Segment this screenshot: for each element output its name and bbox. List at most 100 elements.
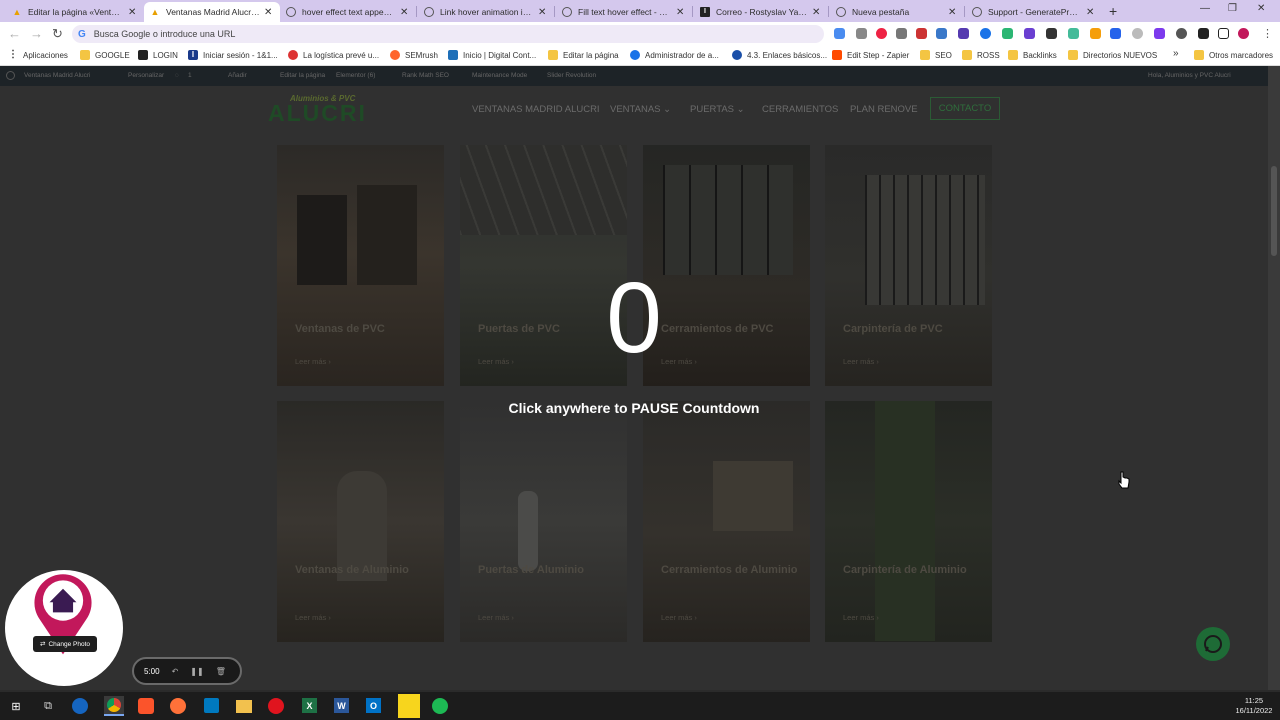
tab-editar-pagina[interactable]: ▲ Editar la página «Ventanas ✕ bbox=[6, 2, 144, 22]
nav-ventanas-madrid-alucri[interactable]: VENTANAS MADRID ALUCRI bbox=[472, 104, 600, 115]
sticky-notes-icon[interactable] bbox=[398, 694, 420, 718]
pause-icon[interactable]: ❚❚ bbox=[190, 667, 203, 676]
pause-countdown-message[interactable]: Click anywhere to PAUSE Countdown bbox=[0, 400, 1268, 416]
close-icon[interactable]: ✕ bbox=[1086, 7, 1096, 18]
tab-ventanas-madrid-alucri[interactable]: ▲ Ventanas Madrid Alucri | P ✕ bbox=[144, 2, 280, 22]
card-link[interactable]: Leer más › bbox=[661, 613, 697, 622]
whatsapp-button[interactable] bbox=[1196, 627, 1230, 661]
webcam-bubble[interactable]: ⇄ Change Photo bbox=[5, 570, 123, 686]
extension-icon[interactable] bbox=[916, 28, 927, 39]
close-icon[interactable]: ✕ bbox=[676, 7, 686, 18]
tab-support-generatepress[interactable]: Support - GeneratePress ✕ bbox=[966, 2, 1102, 22]
minimize-icon[interactable]: — bbox=[1200, 3, 1210, 14]
nav-ventanas[interactable]: VENTANAS ⌄ bbox=[610, 104, 671, 115]
card-link[interactable]: Leer más › bbox=[843, 613, 879, 622]
wp-edit-page[interactable]: Editar la página bbox=[280, 72, 325, 79]
undo-icon[interactable]: ↶ bbox=[172, 667, 179, 676]
file-explorer-icon[interactable] bbox=[236, 700, 252, 713]
bookmark-zapier[interactable]: Edit Step - Zapier bbox=[832, 50, 909, 60]
bookmark-enlaces-basicos[interactable]: 4.3. Enlaces básicos... bbox=[732, 50, 827, 60]
extension-icon[interactable] bbox=[1132, 28, 1143, 39]
chrome-taskbar-icon[interactable] bbox=[104, 696, 124, 716]
restore-icon[interactable]: ❐ bbox=[1228, 3, 1237, 14]
bookmark-otros-marcadores[interactable]: Otros marcadores bbox=[1194, 50, 1273, 60]
extension-icon[interactable] bbox=[936, 28, 947, 39]
wp-customize[interactable]: Personalizar bbox=[128, 72, 164, 79]
close-icon[interactable]: ✕ bbox=[264, 7, 274, 18]
new-tab-button[interactable]: + bbox=[1109, 3, 1117, 19]
close-icon[interactable]: ✕ bbox=[538, 7, 548, 18]
nav-cerramientos[interactable]: CERRAMIENTOS bbox=[762, 104, 838, 115]
wp-slider-revolution[interactable]: Slider Revolution bbox=[547, 72, 596, 79]
extension-icon[interactable] bbox=[1090, 28, 1101, 39]
trash-icon[interactable]: 🗑 bbox=[216, 667, 226, 676]
nav-plan-renove[interactable]: PLAN RENOVE bbox=[850, 104, 918, 115]
card-puertas-aluminio[interactable]: Puertas de Aluminio Leer más › bbox=[460, 401, 627, 642]
extension-icon[interactable] bbox=[958, 28, 969, 39]
excel-icon[interactable]: X bbox=[302, 698, 317, 713]
extension-icon[interactable] bbox=[1024, 28, 1035, 39]
bookmark-seo[interactable]: SEO bbox=[920, 50, 952, 60]
extension-icon[interactable] bbox=[1002, 28, 1013, 39]
nav-puertas[interactable]: PUERTAS ⌄ bbox=[690, 104, 745, 115]
menu-icon[interactable]: ⋮ bbox=[1262, 26, 1273, 42]
bookmark-directorios[interactable]: Directorios NUEVOS bbox=[1068, 50, 1157, 60]
change-photo-button[interactable]: ⇄ Change Photo bbox=[33, 636, 97, 652]
address-bar[interactable]: G Busca Google o introduce una URL bbox=[72, 25, 824, 43]
edge-icon[interactable] bbox=[72, 698, 88, 714]
forward-icon[interactable]: → bbox=[30, 26, 43, 42]
tab-hover-effect[interactable]: hover effect text appears o ✕ bbox=[280, 2, 416, 22]
scrollbar-thumb[interactable] bbox=[1271, 166, 1277, 256]
close-icon[interactable]: ✕ bbox=[128, 7, 138, 18]
back-icon[interactable]: ← bbox=[8, 26, 21, 42]
wp-maintenance[interactable]: Maintenance Mode bbox=[472, 72, 527, 79]
extension-icon[interactable] bbox=[1068, 28, 1079, 39]
extension-icon[interactable] bbox=[1154, 28, 1165, 39]
tab-link-hover[interactable]: Link hover animation in te ✕ bbox=[418, 2, 554, 22]
close-icon[interactable]: ✕ bbox=[948, 7, 958, 18]
extension-icon[interactable] bbox=[1046, 28, 1057, 39]
trello-icon[interactable] bbox=[204, 698, 219, 713]
extension-icon[interactable] bbox=[1110, 28, 1121, 39]
extension-icon[interactable] bbox=[856, 28, 867, 39]
more-bookmarks-button[interactable]: » bbox=[1173, 48, 1179, 59]
reload-icon[interactable]: ↻ bbox=[52, 26, 63, 42]
tab-correo[interactable]: I Correo - Rostyslav Yatsyny ✕ bbox=[694, 2, 828, 22]
sidepanel-icon[interactable] bbox=[1218, 28, 1229, 39]
wp-elementor[interactable]: Elementor (6) bbox=[336, 72, 375, 79]
opera-icon[interactable] bbox=[268, 698, 284, 714]
spotify-icon[interactable] bbox=[432, 698, 448, 714]
wordpress-logo-icon[interactable] bbox=[6, 71, 15, 80]
wp-rankmath[interactable]: Rank Math SEO bbox=[402, 72, 449, 79]
card-link[interactable]: Leer más › bbox=[295, 613, 331, 622]
extension-icon[interactable] bbox=[896, 28, 907, 39]
system-clock[interactable]: 11:25 16/11/2022 bbox=[1232, 696, 1276, 716]
bookmark-logistica[interactable]: La logística prevé u... bbox=[288, 50, 379, 60]
windows-start-icon[interactable]: ⊞ bbox=[6, 696, 26, 716]
card-carpinteria-aluminio[interactable]: Carpintería de Aluminio Leer más › bbox=[825, 401, 992, 642]
scrollbar[interactable] bbox=[1268, 66, 1280, 690]
puzzle-icon[interactable] bbox=[1198, 28, 1209, 39]
bookmark-editar-pagina[interactable]: Editar la página bbox=[548, 50, 619, 60]
card-ventanas-aluminio[interactable]: Ventanas de Aluminio Leer más › bbox=[277, 401, 444, 642]
bookmark-ross[interactable]: ROSS bbox=[962, 50, 1000, 60]
wp-site-name[interactable]: Ventanas Madrid Alucri bbox=[24, 72, 90, 79]
wp-new[interactable]: Añadir bbox=[228, 72, 247, 79]
task-view-icon[interactable]: ⧉ bbox=[38, 696, 58, 716]
bookmark-aplicaciones[interactable]: ⋮ Aplicaciones bbox=[8, 50, 68, 60]
bookmark-iniciar-sesion[interactable]: I Iniciar sesión - 1&1... bbox=[188, 50, 278, 60]
extension-icon[interactable] bbox=[980, 28, 991, 39]
bookmark-semrush[interactable]: SEMrush bbox=[390, 50, 438, 60]
extension-icon[interactable] bbox=[876, 28, 887, 39]
site-logo[interactable]: ALUCRI bbox=[268, 100, 367, 127]
extension-icon[interactable] bbox=[1176, 28, 1187, 39]
bookmark-google[interactable]: GOOGLE bbox=[80, 50, 130, 60]
wp-greeting[interactable]: Hola, Aluminios y PVC Alucri bbox=[1148, 72, 1231, 79]
profile-icon[interactable] bbox=[1238, 28, 1249, 39]
bookmark-backlinks[interactable]: Backlinks bbox=[1008, 50, 1057, 60]
outlook-icon[interactable]: O bbox=[366, 698, 381, 713]
extension-icon[interactable] bbox=[834, 28, 845, 39]
word-icon[interactable]: W bbox=[334, 698, 349, 713]
contacto-button[interactable]: CONTACTO bbox=[930, 97, 1000, 120]
tab-nueva-pestana[interactable]: Nueva pestaña ✕ bbox=[830, 2, 964, 22]
